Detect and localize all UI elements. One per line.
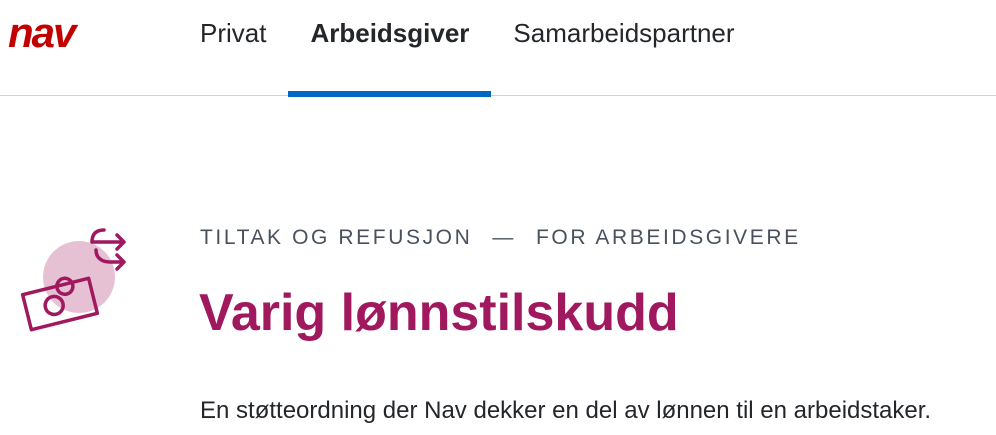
- nav-logo[interactable]: nav: [8, 16, 106, 52]
- audience-tabs: Privat Arbeidsgiver Samarbeidspartner: [178, 0, 757, 97]
- tab-label: Privat: [200, 18, 267, 48]
- kicker-separator: —: [492, 226, 516, 249]
- site-header: nav Privat Arbeidsgiver Samarbeidspartne…: [0, 0, 996, 97]
- money-exchange-icon: [20, 228, 126, 332]
- category-label: Tiltak og refusjon: [200, 226, 473, 249]
- page-title: Varig lønnstilskudd: [199, 284, 679, 342]
- tab-label: Samarbeidspartner: [513, 18, 735, 48]
- tab-privat[interactable]: Privat: [178, 0, 288, 96]
- page-kicker: Tiltak og refusjon — For arbeidsgivere: [200, 226, 801, 250]
- tab-label: Arbeidsgiver: [310, 18, 470, 48]
- page-ingress: En støtteordning der Nav dekker en del a…: [200, 397, 932, 424]
- audience-label: For arbeidsgivere: [536, 226, 801, 249]
- svg-text:nav: nav: [8, 16, 79, 52]
- tab-samarbeidspartner[interactable]: Samarbeidspartner: [491, 0, 756, 96]
- tab-arbeidsgiver[interactable]: Arbeidsgiver: [288, 0, 492, 97]
- page: nav Privat Arbeidsgiver Samarbeidspartne…: [0, 0, 996, 435]
